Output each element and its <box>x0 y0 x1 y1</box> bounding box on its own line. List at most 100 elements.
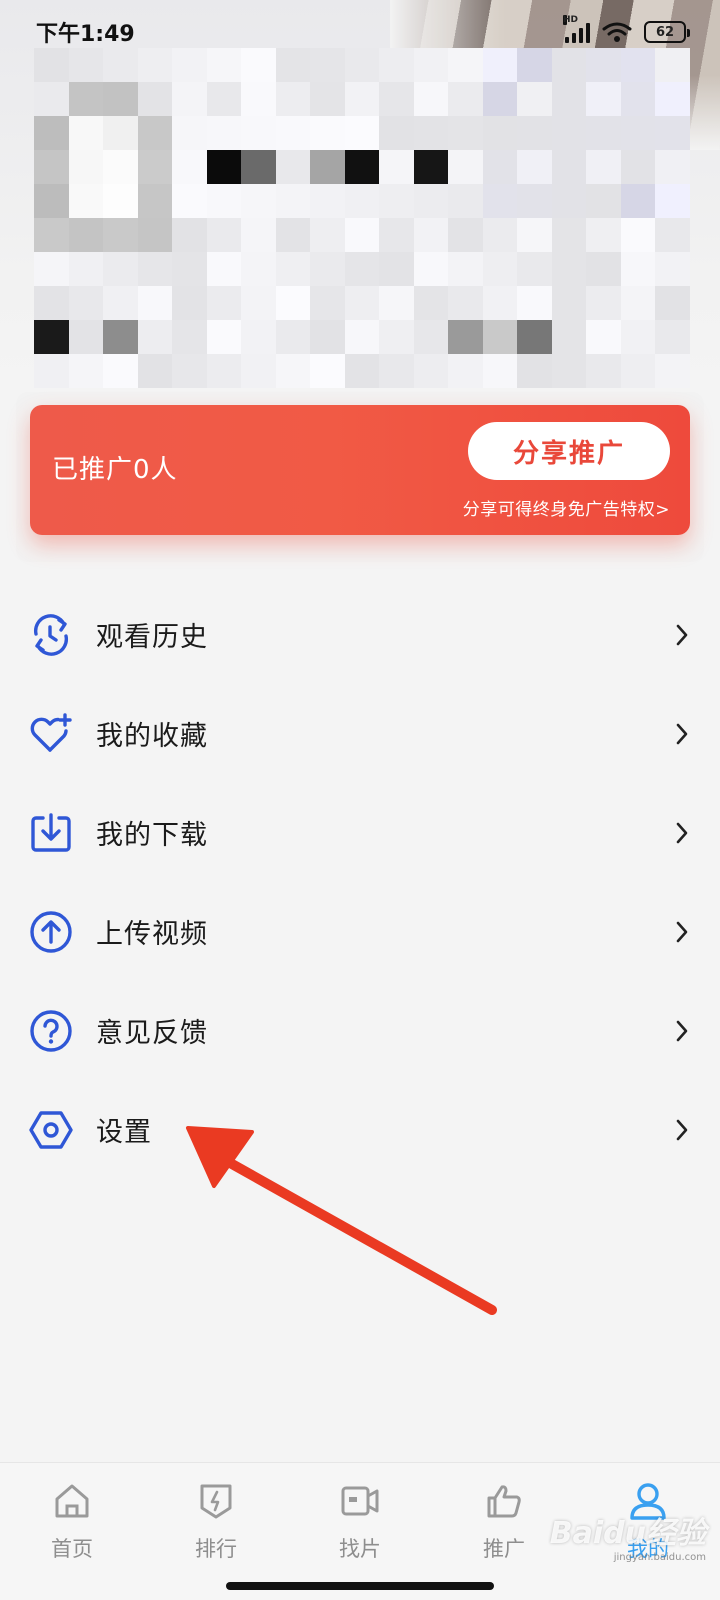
mosaic-pixel <box>172 218 207 252</box>
mosaic-pixel <box>344 184 380 218</box>
mosaic-pixel <box>517 252 552 286</box>
mosaic-pixel <box>241 82 276 116</box>
mosaic-pixel <box>655 252 690 286</box>
mosaic-pixel <box>241 150 276 184</box>
mosaic-pixel <box>241 116 276 150</box>
mosaic-pixel <box>344 286 380 320</box>
mosaic-pixel <box>448 150 483 184</box>
menu-list: 观看历史 我的收藏 我的下载 上传视频 意见反馈 设置 <box>0 585 720 1179</box>
mosaic-pixel <box>137 116 173 150</box>
mosaic-pixel <box>517 82 552 116</box>
mosaic-pixel <box>172 320 207 354</box>
ranking-icon <box>196 1481 236 1521</box>
mosaic-pixel <box>137 320 173 354</box>
mosaic-pixel <box>586 82 621 116</box>
mosaic-pixel <box>310 150 345 184</box>
mosaic-pixel <box>379 184 414 218</box>
mosaic-pixel <box>551 184 587 218</box>
mosaic-pixel <box>655 184 690 218</box>
mosaic-pixel <box>655 82 690 116</box>
menu-item-settings[interactable]: 设置 <box>0 1080 720 1179</box>
home-indicator <box>226 1582 494 1590</box>
mosaic-pixel <box>448 354 483 388</box>
question-icon <box>28 1008 74 1054</box>
mosaic-pixel <box>275 320 311 354</box>
mosaic-pixel <box>275 218 311 252</box>
mosaic-pixel <box>241 252 276 286</box>
mosaic-pixel <box>310 286 345 320</box>
menu-item-label: 设置 <box>96 1117 152 1148</box>
mosaic-pixel <box>379 82 414 116</box>
mosaic-pixel <box>482 252 518 286</box>
mosaic-pixel <box>34 354 69 388</box>
mosaic-pixel <box>482 218 518 252</box>
mosaic-pixel <box>68 184 104 218</box>
mosaic-pixel <box>655 320 690 354</box>
mosaic-pixel <box>413 252 449 286</box>
download-icon <box>28 810 74 856</box>
video-camera-icon <box>340 1481 380 1521</box>
mosaic-pixel <box>68 82 104 116</box>
tab-label: 推广 <box>483 1537 525 1561</box>
mosaic-pixel <box>620 82 656 116</box>
network-type: HD <box>563 15 579 25</box>
tab-home[interactable]: 首页 <box>0 1463 144 1600</box>
mosaic-pixel <box>241 354 276 388</box>
mosaic-pixel <box>413 218 449 252</box>
mosaic-pixel <box>586 150 621 184</box>
mosaic-pixel <box>655 218 690 252</box>
menu-item-feedback[interactable]: 意见反馈 <box>0 981 720 1080</box>
mosaic-pixel <box>275 354 311 388</box>
tab-label: 首页 <box>51 1537 93 1561</box>
chevron-right-icon <box>676 1020 688 1041</box>
mosaic-pixel <box>137 354 173 388</box>
menu-item-label: 上传视频 <box>96 919 208 950</box>
mosaic-pixel <box>34 320 69 354</box>
mosaic-pixel <box>310 184 345 218</box>
mosaic-pixel <box>68 354 104 388</box>
status-time: 下午1:49 <box>36 22 135 47</box>
mosaic-pixel <box>551 320 587 354</box>
mosaic-pixel <box>551 150 587 184</box>
chevron-right-icon <box>676 723 688 744</box>
mosaic-pixel <box>206 184 242 218</box>
mosaic-pixel <box>172 150 207 184</box>
history-icon <box>28 612 74 658</box>
mosaic-pixel <box>344 116 380 150</box>
tab-find-video[interactable]: 找片 <box>288 1463 432 1600</box>
mosaic-pixel <box>413 150 449 184</box>
thumbs-up-icon <box>484 1481 524 1521</box>
promo-privilege-link[interactable]: 分享可得终身免广告特权> <box>463 495 670 520</box>
mosaic-pixel <box>172 252 207 286</box>
mosaic-pixel <box>379 116 414 150</box>
menu-item-upload-video[interactable]: 上传视频 <box>0 882 720 981</box>
mosaic-pixel <box>103 82 138 116</box>
promo-card[interactable]: 已推广0人 分享推广 分享可得终身免广告特权> <box>30 405 690 535</box>
mosaic-pixel <box>448 82 483 116</box>
tab-ranking[interactable]: 排行 <box>144 1463 288 1600</box>
mosaic-pixel <box>620 218 656 252</box>
mosaic-pixel <box>310 320 345 354</box>
mosaic-pixel <box>655 354 690 388</box>
settings-icon <box>28 1107 74 1153</box>
menu-item-history[interactable]: 观看历史 <box>0 585 720 684</box>
mosaic-pixel <box>586 354 621 388</box>
mosaic-pixel <box>275 82 311 116</box>
mosaic-pixel <box>517 286 552 320</box>
mosaic-pixel <box>482 320 518 354</box>
mosaic-pixel <box>34 116 69 150</box>
mosaic-pixel <box>103 252 138 286</box>
mosaic-pixel <box>137 252 173 286</box>
heart-plus-icon <box>28 711 74 757</box>
menu-item-favorites[interactable]: 我的收藏 <box>0 684 720 783</box>
mosaic-pixel <box>206 354 242 388</box>
mosaic-pixel <box>620 320 656 354</box>
home-icon <box>52 1481 92 1521</box>
mosaic-pixel <box>137 218 173 252</box>
share-promo-button[interactable]: 分享推广 <box>468 422 670 480</box>
mosaic-pixel <box>34 252 69 286</box>
mosaic-pixel <box>620 150 656 184</box>
menu-item-label: 我的下载 <box>96 820 208 851</box>
mosaic-pixel <box>172 286 207 320</box>
menu-item-downloads[interactable]: 我的下载 <box>0 783 720 882</box>
